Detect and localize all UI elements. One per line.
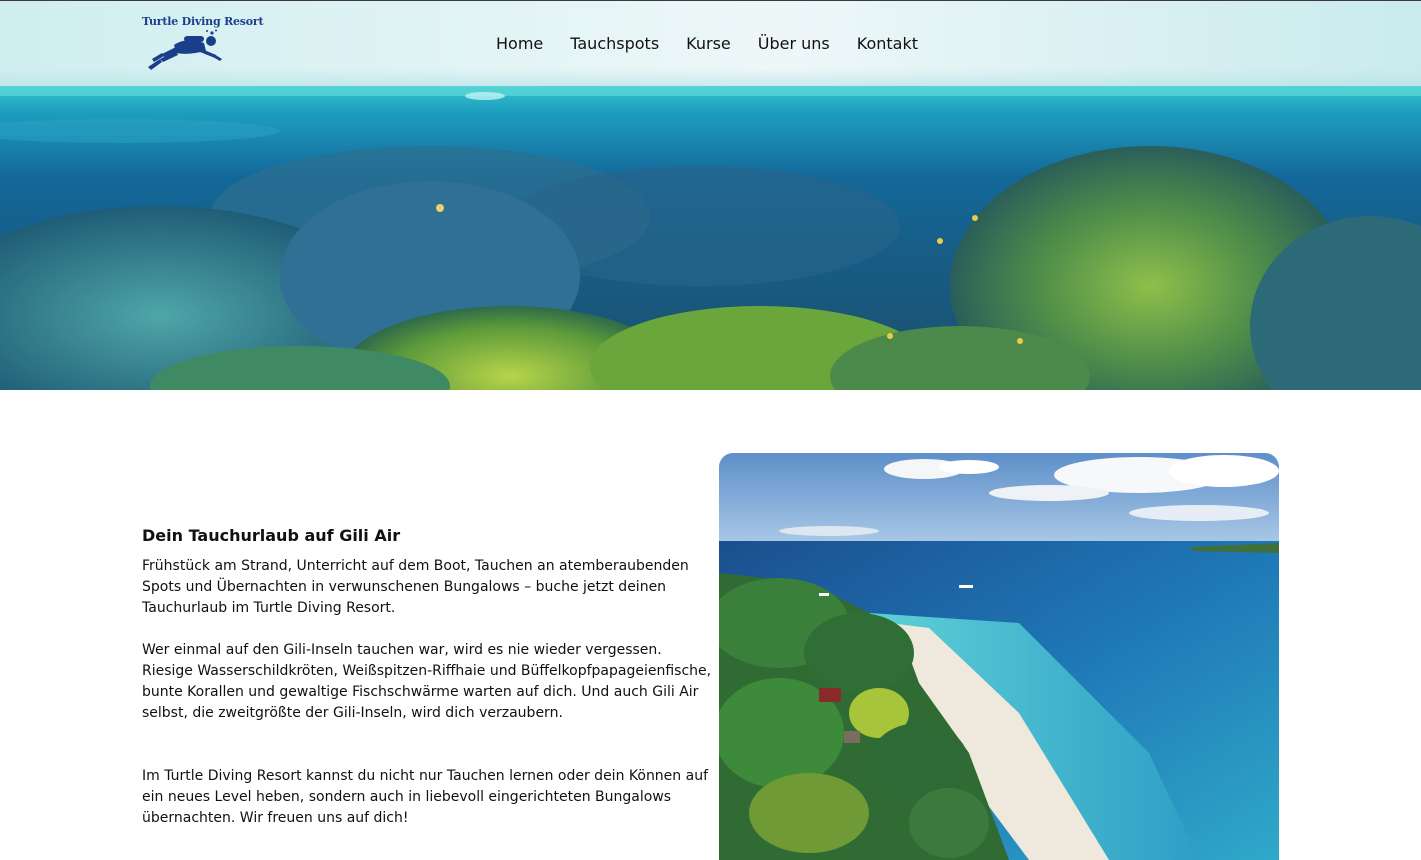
- coral-reef-illustration: [0, 86, 1421, 390]
- aerial-beach-illustration: [719, 453, 1279, 860]
- diver-icon: [148, 29, 222, 70]
- intro-paragraph-2: Wer einmal auf den Gili-Inseln tauchen w…: [142, 642, 712, 721]
- intro-paragraph-3: Im Turtle Diving Resort kannst du nicht …: [142, 768, 709, 826]
- nav-ueber-uns[interactable]: Über uns: [758, 33, 830, 55]
- hero-reef-image: [0, 86, 1421, 390]
- intro-title: Dein Tauchurlaub auf Gili Air: [142, 526, 401, 545]
- nav-kurse[interactable]: Kurse: [686, 33, 731, 55]
- intro-paragraph-1: Frühstück am Strand, Unterricht auf dem …: [142, 558, 689, 616]
- nav-kontakt[interactable]: Kontakt: [857, 33, 918, 55]
- nav-tauchspots[interactable]: Tauchspots: [570, 33, 659, 55]
- main-nav: Home Tauchspots Kurse Über uns Kontakt: [496, 33, 945, 55]
- site-header: Turtle Diving Resort Home Tauchspots Kur…: [0, 0, 1421, 86]
- logo[interactable]: Turtle Diving Resort: [140, 13, 264, 73]
- logo-text: Turtle Diving Resort: [142, 15, 264, 28]
- nav-home[interactable]: Home: [496, 33, 543, 55]
- gili-air-photo: [719, 453, 1279, 860]
